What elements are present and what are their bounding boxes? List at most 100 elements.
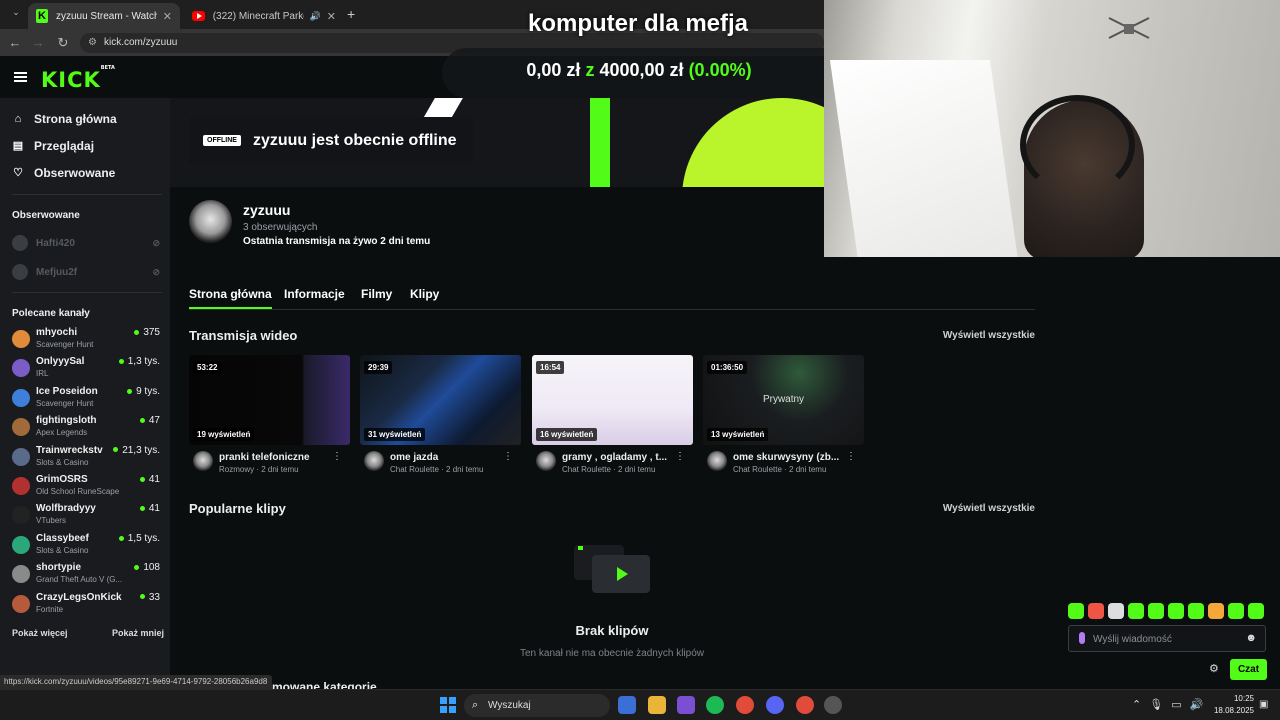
- discord-icon[interactable]: [766, 696, 784, 714]
- tab-clips[interactable]: Klipy: [410, 287, 439, 301]
- menu-icon[interactable]: [14, 72, 27, 82]
- more-options-icon[interactable]: ⋮: [503, 451, 513, 462]
- recommended-channel[interactable]: Ice Poseidon Scavenger Hunt 9 tys.: [12, 386, 160, 414]
- volume-icon[interactable]: 🔊: [1190, 698, 1204, 711]
- followed-heading: Obserwowane: [12, 210, 80, 221]
- taskbar: ⌕ Wyszukaj ⌃ 🎙 ▭ 🔊 10:25 18.08.2025 ▣: [0, 689, 1280, 720]
- followed-channel[interactable]: Hafti420 ⊘: [12, 235, 160, 251]
- avatar: [12, 506, 30, 525]
- show-less-button[interactable]: Pokaż mniej: [112, 628, 164, 638]
- new-tab-button[interactable]: +: [347, 6, 355, 22]
- tab-about[interactable]: Informacje: [284, 287, 345, 301]
- recommended-channel[interactable]: GrimOSRS Old School RuneScape 41: [12, 474, 160, 502]
- date: 18.08.2025: [1213, 706, 1254, 715]
- recommended-channel[interactable]: Wolfbradyyy VTubers 41: [12, 503, 160, 531]
- recommended-channel[interactable]: mhyochi Scavenger Hunt 375: [12, 327, 160, 355]
- forward-icon[interactable]: →: [26, 35, 50, 50]
- close-icon[interactable]: ✕: [327, 10, 336, 23]
- recommended-channel[interactable]: CrazyLegsOnKick Fortnite 33: [12, 592, 160, 620]
- taskbar-search[interactable]: ⌕ Wyszukaj: [464, 694, 610, 717]
- video-thumbnail[interactable]: 01:36:50 Prywatny 13 wyświetleń: [703, 355, 864, 445]
- spotify-icon[interactable]: [706, 696, 724, 714]
- emote-icon[interactable]: [1248, 603, 1264, 619]
- obs-icon[interactable]: [824, 696, 842, 714]
- recommended-channel[interactable]: Trainwreckstv Slots & Casino 21,3 tys.: [12, 445, 160, 473]
- channel-name: Hafti420: [36, 237, 75, 249]
- video-meta: Chat Roulette · 2 dni temu: [733, 465, 827, 474]
- close-icon[interactable]: ✕: [163, 10, 172, 23]
- emoji-icon[interactable]: ☻: [1245, 632, 1257, 644]
- tab-home[interactable]: Strona główna: [189, 287, 272, 309]
- more-options-icon[interactable]: ⋮: [846, 451, 856, 462]
- tab-list-icon[interactable]: ⌄: [4, 7, 28, 18]
- kick-logo[interactable]: KICKBETA: [41, 65, 115, 92]
- site-settings-icon[interactable]: ⚙: [88, 33, 97, 53]
- channel-avatar[interactable]: [189, 200, 232, 243]
- network-icon[interactable]: ▭: [1171, 698, 1181, 711]
- more-options-icon[interactable]: ⋮: [332, 451, 342, 462]
- clock[interactable]: 10:25 18.08.2025: [1210, 693, 1254, 717]
- show-more-button[interactable]: Pokaż więcej: [12, 628, 68, 638]
- sidebar-item-browse[interactable]: ▤ Przeglądaj: [12, 139, 94, 153]
- sidebar-item-following[interactable]: ♡ Obserwowane: [12, 166, 115, 180]
- chrome-icon[interactable]: [736, 696, 754, 714]
- video-thumbnail[interactable]: 53:22 19 wyświetleń: [189, 355, 350, 445]
- videos-show-all-link[interactable]: Wyświetl wszystkie: [943, 330, 1035, 341]
- audio-icon[interactable]: 🔊: [310, 11, 321, 22]
- file-explorer-icon[interactable]: [648, 696, 666, 714]
- emote-icon[interactable]: [1128, 603, 1144, 619]
- video-title[interactable]: ome jazda: [390, 452, 506, 463]
- video-thumbnail[interactable]: 29:39 31 wyświetleń: [360, 355, 521, 445]
- clips-show-all-link[interactable]: Wyświetl wszystkie: [943, 503, 1035, 514]
- emote-icon[interactable]: [1148, 603, 1164, 619]
- tab-youtube[interactable]: (322) Minecraft Parkour Gameplay 🔊 ✕: [184, 3, 344, 29]
- microphone-icon[interactable]: [1079, 632, 1085, 644]
- recommended-channel[interactable]: fightingsloth Apex Legends 47: [12, 415, 160, 443]
- emote-icon[interactable]: [1228, 603, 1244, 619]
- microphone-icon[interactable]: 🎙: [1149, 698, 1163, 711]
- channel-name[interactable]: zyzuuu: [243, 202, 290, 218]
- recommended-channel[interactable]: shortypie Grand Theft Auto V (G... 108: [12, 562, 160, 590]
- emote-icon[interactable]: [1188, 603, 1204, 619]
- emote-bar: [1068, 603, 1268, 619]
- gear-icon[interactable]: ⚙: [1209, 662, 1219, 675]
- emote-icon[interactable]: [1208, 603, 1224, 619]
- more-options-icon[interactable]: ⋮: [675, 451, 685, 462]
- store-icon[interactable]: [677, 696, 695, 714]
- chat-input[interactable]: [1093, 629, 1243, 649]
- tab-videos[interactable]: Filmy: [361, 287, 392, 301]
- avatar[interactable]: [364, 451, 384, 471]
- avatar[interactable]: [707, 451, 727, 471]
- video-card[interactable]: 16:54 16 wyświetleń gramy , ogladamy , t..…: [532, 355, 693, 485]
- video-thumbnail[interactable]: 16:54 16 wyświetleń: [532, 355, 693, 445]
- followed-channel[interactable]: Mefjuu2f ⊘: [12, 264, 160, 280]
- emote-icon[interactable]: [1068, 603, 1084, 619]
- video-title[interactable]: pranki telefoniczne: [219, 452, 335, 463]
- chevron-up-icon[interactable]: ⌃: [1132, 698, 1141, 711]
- avatar[interactable]: [193, 451, 213, 471]
- chrome-icon[interactable]: [796, 696, 814, 714]
- channel-name: mhyochi: [36, 327, 78, 338]
- emote-icon[interactable]: [1108, 603, 1124, 619]
- video-card[interactable]: 01:36:50 Prywatny 13 wyświetleń ome skurwys…: [703, 355, 864, 485]
- video-title[interactable]: gramy , ogladamy , t...: [562, 452, 678, 463]
- notification-icon[interactable]: ▣: [1259, 699, 1268, 710]
- video-card[interactable]: 29:39 31 wyświetleń ome jazda Chat Roulette…: [360, 355, 521, 485]
- chat-send-button[interactable]: Czat: [1230, 659, 1267, 680]
- tab-kick[interactable]: K zyzuuu Stream - Watch Live on Kick ✕: [28, 3, 180, 29]
- recommended-channel[interactable]: OnlyyySal IRL 1,3 tys.: [12, 356, 160, 384]
- start-button[interactable]: [440, 697, 456, 713]
- avatar[interactable]: [536, 451, 556, 471]
- channel-category: Slots & Casino: [36, 457, 89, 467]
- back-icon[interactable]: ←: [3, 35, 27, 50]
- video-card[interactable]: 53:22 19 wyświetleń pranki telefoniczne Roz…: [189, 355, 350, 485]
- photos-app-icon[interactable]: [618, 696, 636, 714]
- emote-icon[interactable]: [1088, 603, 1104, 619]
- emote-icon[interactable]: [1168, 603, 1184, 619]
- reload-icon[interactable]: ↻: [51, 35, 75, 51]
- sidebar-item-home[interactable]: ⌂ Strona główna: [12, 112, 117, 126]
- recommended-channel[interactable]: Classybeef Slots & Casino 1,5 tys.: [12, 533, 160, 561]
- avatar: [12, 359, 30, 378]
- video-title[interactable]: ome skurwysyny (zb...: [733, 452, 849, 463]
- viewer-count: 1,5 tys.: [119, 533, 160, 544]
